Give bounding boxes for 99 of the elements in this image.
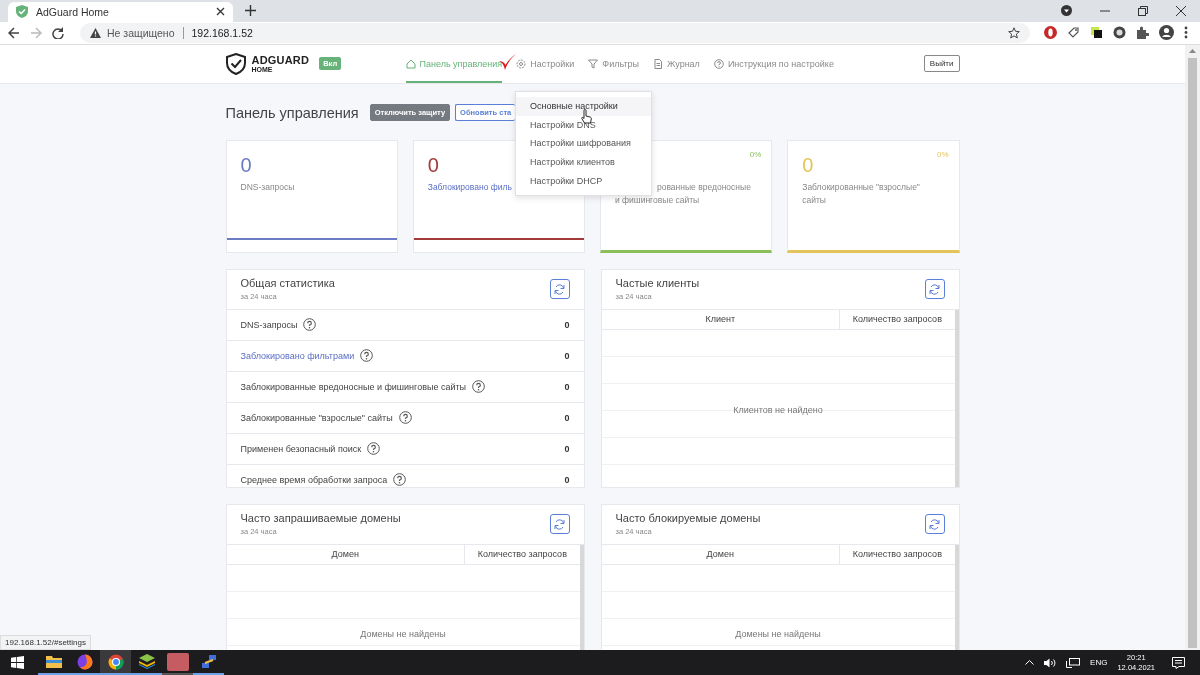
warning-icon bbox=[90, 27, 101, 38]
stat-label: DNS-запросы bbox=[240, 319, 298, 330]
refresh-button[interactable] bbox=[924, 514, 945, 535]
chevron-up-icon[interactable] bbox=[1025, 660, 1035, 665]
help-icon[interactable] bbox=[472, 380, 486, 394]
page-title: Панель управления bbox=[225, 104, 359, 121]
panel-title: Часто запрашиваемые домены bbox=[240, 512, 402, 525]
profile-icon[interactable] bbox=[1159, 25, 1174, 41]
refresh-icon bbox=[929, 518, 940, 530]
close-icon[interactable] bbox=[216, 7, 225, 17]
refresh-icon bbox=[929, 283, 940, 295]
reload-icon[interactable] bbox=[52, 26, 64, 39]
stat-label: Применен безопасный поиск bbox=[240, 443, 362, 454]
nav-link[interactable]: Настройки bbox=[516, 44, 575, 83]
help-icon[interactable] bbox=[398, 411, 412, 425]
menu-item[interactable]: Настройки клиентов bbox=[516, 153, 651, 172]
stat-value: 0 bbox=[564, 381, 570, 392]
menu-item[interactable]: Основные настройки bbox=[516, 96, 651, 116]
stat-label: DNS-запросы bbox=[240, 180, 296, 194]
app-icon bbox=[166, 652, 189, 671]
browser-tab[interactable]: AdGuard Home bbox=[8, 1, 233, 22]
extension-icon[interactable] bbox=[1113, 26, 1126, 40]
stat-value: 0 bbox=[564, 443, 570, 454]
scrollbar-thumb[interactable] bbox=[1188, 57, 1197, 648]
scroll-up-icon[interactable] bbox=[1189, 48, 1196, 53]
document-icon bbox=[653, 58, 664, 69]
help-icon[interactable] bbox=[360, 349, 374, 363]
refresh-icon bbox=[554, 518, 565, 530]
windows-start-icon[interactable] bbox=[11, 656, 24, 669]
tag-icon[interactable] bbox=[1067, 26, 1080, 40]
refresh-button[interactable] bbox=[924, 279, 945, 300]
stat-label: Среднее время обработки запроса bbox=[240, 474, 388, 485]
close-icon[interactable] bbox=[1176, 6, 1186, 16]
language-indicator[interactable]: ENG bbox=[1090, 658, 1108, 667]
stack-icon bbox=[138, 654, 155, 669]
nav-link[interactable]: Журнал bbox=[653, 44, 700, 83]
folder-icon bbox=[45, 655, 62, 668]
empty-message: Домены не найдены bbox=[359, 628, 447, 639]
back-icon[interactable] bbox=[8, 26, 20, 39]
stat-value: 0 bbox=[564, 319, 570, 330]
stat-value: 0 bbox=[564, 350, 570, 361]
address-field[interactable]: Не защищено 192.168.1.52 bbox=[80, 22, 1030, 43]
puzzle-icon[interactable] bbox=[1136, 26, 1149, 40]
column-header[interactable]: Количество запросов bbox=[840, 544, 955, 564]
stat-value: 0 bbox=[564, 412, 570, 423]
stat-value: 0 bbox=[427, 152, 439, 177]
stat-value: 0 bbox=[802, 152, 814, 177]
browser-icon bbox=[107, 653, 124, 670]
settings-icon bbox=[516, 58, 527, 69]
stat-label: Заблокированные "взрослые" сайты bbox=[802, 180, 921, 207]
speaker-icon[interactable] bbox=[1044, 657, 1057, 668]
column-header[interactable]: Количество запросов bbox=[465, 544, 580, 564]
browser-icon bbox=[76, 653, 93, 670]
column-header[interactable]: Домен bbox=[226, 544, 466, 564]
refresh-button[interactable] bbox=[549, 279, 570, 300]
help-icon[interactable] bbox=[393, 473, 407, 487]
stat-label: Заблокированные вредоносные и фишинговые сайты bbox=[240, 381, 467, 392]
panel-title: Часто блокируемые домены bbox=[615, 512, 762, 525]
stat-label[interactable]: Заблокировано фильтрами bbox=[240, 350, 355, 361]
panel-title: Частые клиенты bbox=[615, 277, 701, 290]
help-icon bbox=[713, 58, 724, 69]
stat-label: Заблокированные "взрослые" сайты bbox=[240, 412, 393, 423]
stat-value: 0 bbox=[564, 474, 570, 485]
percent-text: 0% bbox=[936, 149, 949, 159]
new-tab-icon[interactable] bbox=[245, 5, 256, 17]
taskbar-app[interactable] bbox=[162, 650, 193, 675]
refresh-icon bbox=[554, 283, 565, 295]
restore-icon[interactable] bbox=[1138, 6, 1148, 16]
home-icon bbox=[405, 58, 416, 69]
status-url: 192.168.1.52/#settings bbox=[0, 635, 91, 650]
column-header[interactable]: Домен bbox=[601, 544, 841, 564]
percent-text: 0% bbox=[749, 149, 762, 159]
refresh-button[interactable] bbox=[549, 514, 570, 535]
help-icon[interactable] bbox=[303, 318, 317, 332]
panel-title: Общая статистика bbox=[240, 277, 336, 290]
column-header[interactable]: Клиент bbox=[601, 309, 841, 329]
logo-text: ADGUARD bbox=[251, 54, 310, 66]
menu-icon[interactable] bbox=[1184, 26, 1188, 40]
menu-item[interactable]: Настройки шифрования bbox=[516, 134, 651, 153]
shield-logo-icon bbox=[225, 52, 246, 75]
menu-item[interactable]: Настройки DNS bbox=[516, 115, 651, 135]
column-header[interactable]: Количество запросов bbox=[840, 309, 955, 329]
extension-icon[interactable] bbox=[1090, 26, 1103, 40]
nav-link[interactable]: Инструкция по настройке bbox=[713, 44, 834, 83]
notifications-icon[interactable] bbox=[1172, 656, 1185, 669]
empty-message: Клиентов не найдено bbox=[732, 404, 824, 415]
nav-link[interactable]: Фильтры bbox=[588, 44, 640, 83]
network-app-icon bbox=[200, 653, 217, 670]
profile-menu-icon[interactable] bbox=[1061, 5, 1072, 17]
help-icon[interactable] bbox=[367, 442, 381, 456]
tab-title: AdGuard Home bbox=[36, 5, 110, 18]
star-icon[interactable] bbox=[1008, 26, 1020, 39]
network-icon[interactable] bbox=[1066, 657, 1081, 668]
logout-button[interactable]: Выйти bbox=[923, 55, 960, 73]
shield-icon bbox=[16, 5, 28, 19]
filter-icon bbox=[588, 58, 599, 69]
empty-message: Домены не найдены bbox=[734, 628, 822, 639]
stat-value: 0 bbox=[240, 152, 252, 177]
taskbar-app[interactable] bbox=[100, 650, 131, 675]
